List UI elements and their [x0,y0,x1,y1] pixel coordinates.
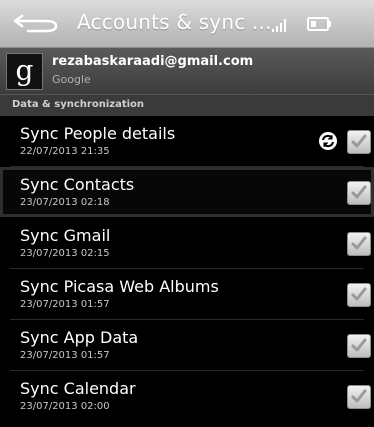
sync-checkbox[interactable] [347,283,371,307]
battery-icon [306,16,334,32]
sync-row-app-data[interactable]: Sync App Data 23/07/2013 01:57 [0,320,374,370]
sync-row-calendar[interactable]: Sync Calendar 23/07/2013 02:00 [0,371,374,421]
account-header[interactable]: g rezabaskaraadi@gmail.com Google [0,48,374,94]
checkmark-icon [351,389,367,403]
sync-checkbox[interactable] [347,385,371,409]
sync-checkbox[interactable] [347,130,371,154]
sync-checkbox[interactable] [347,232,371,256]
account-email: rezabaskaraadi@gmail.com [52,54,254,69]
sync-row-people-details[interactable]: Sync People details 22/07/2013 21:35 [0,116,374,166]
row-title: Sync Picasa Web Albums [20,277,219,296]
section-header: Data & synchronization [0,94,374,118]
back-arrow-icon[interactable] [12,11,62,35]
screen: Accounts & sync ... g rezabaskaraadi@gma… [0,0,374,427]
checkmark-icon [351,185,367,199]
checkmark-icon [351,338,367,352]
google-logo-icon: g [6,53,43,90]
row-date: 23/07/2013 01:57 [20,350,110,361]
sync-icon [318,131,338,151]
row-date: 23/07/2013 02:00 [20,401,110,412]
title-bar: Accounts & sync ... [0,0,374,48]
checkmark-icon [351,134,367,148]
row-date: 23/07/2013 02:15 [20,248,110,259]
sync-row-contacts[interactable]: Sync Contacts 23/07/2013 02:18 [0,167,374,217]
sync-row-picasa[interactable]: Sync Picasa Web Albums 23/07/2013 01:57 [0,269,374,319]
checkmark-icon [351,287,367,301]
page-title: Accounts & sync ... [77,10,272,34]
row-title: Sync Gmail [20,226,111,245]
row-title: Sync People details [20,124,176,143]
section-label: Data & synchronization [12,99,145,110]
signal-icon [270,17,290,33]
row-title: Sync App Data [20,328,139,347]
row-title: Sync Contacts [20,175,135,194]
row-date: 23/07/2013 01:57 [20,299,110,310]
sync-checkbox[interactable] [347,181,371,205]
account-provider: Google [52,73,91,86]
row-date: 23/07/2013 02:18 [20,197,110,208]
sync-row-gmail[interactable]: Sync Gmail 23/07/2013 02:15 [0,218,374,268]
checkmark-icon [351,236,367,250]
row-date: 22/07/2013 21:35 [20,146,110,157]
sync-checkbox[interactable] [347,334,371,358]
row-title: Sync Calendar [20,379,136,398]
